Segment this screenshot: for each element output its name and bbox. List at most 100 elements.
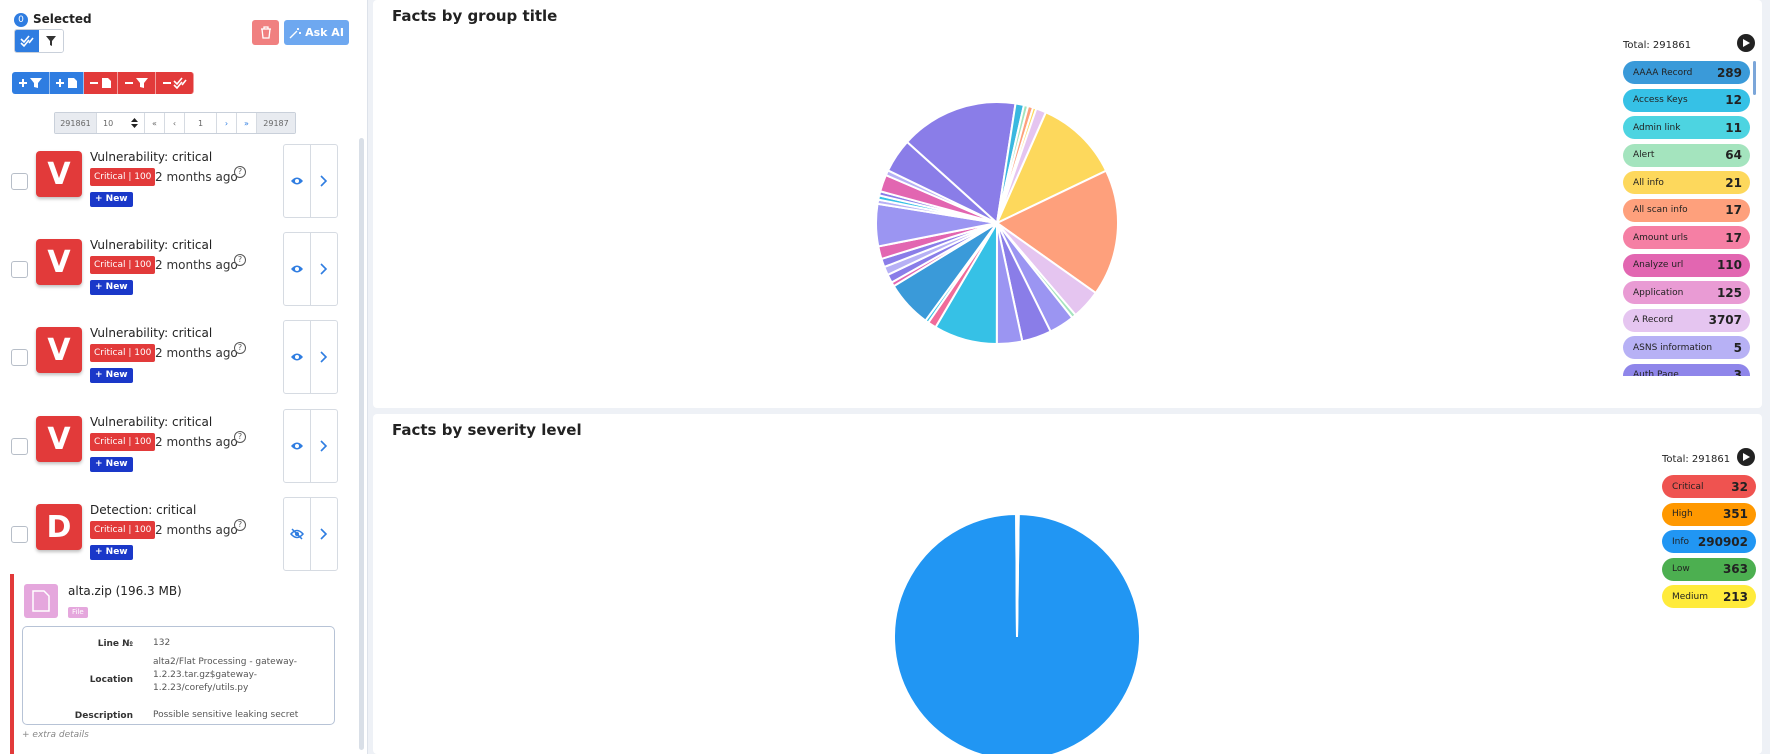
first-page-button[interactable]: « bbox=[145, 113, 165, 133]
legend-item[interactable]: A Record 3707 bbox=[1623, 308, 1750, 332]
legend-value: 12 bbox=[1725, 93, 1742, 107]
legend-label: All info bbox=[1633, 177, 1664, 188]
item-checkbox[interactable] bbox=[11, 173, 28, 190]
file-name[interactable]: alta.zip (196.3 MB) bbox=[68, 584, 182, 598]
item-title[interactable]: Vulnerability: critical bbox=[90, 238, 212, 252]
view-button[interactable] bbox=[284, 233, 311, 305]
help-icon[interactable]: ? bbox=[234, 166, 246, 178]
hide-button[interactable] bbox=[284, 498, 311, 570]
item-title[interactable]: Detection: critical bbox=[90, 503, 196, 517]
filter-toggle-button[interactable] bbox=[39, 30, 63, 52]
deselect-button[interactable] bbox=[156, 72, 194, 94]
legend-item[interactable]: High 351 bbox=[1662, 502, 1756, 526]
item-title[interactable]: Vulnerability: critical bbox=[90, 415, 212, 429]
open-button[interactable] bbox=[311, 498, 337, 570]
open-button[interactable] bbox=[311, 145, 337, 217]
selected-label: Selected bbox=[33, 12, 92, 26]
group-play-button[interactable] bbox=[1737, 34, 1755, 52]
page-number-input[interactable]: 1 bbox=[185, 113, 217, 133]
legend-value: 351 bbox=[1722, 507, 1748, 521]
legend-label: Auth Page bbox=[1633, 370, 1679, 376]
severity-badge: Critical | 100 bbox=[90, 256, 156, 274]
remove-filter-button[interactable] bbox=[118, 72, 156, 94]
help-icon[interactable]: ? bbox=[234, 254, 246, 266]
legend-value: 363 bbox=[1722, 562, 1748, 576]
legend-item[interactable]: Access Keys 12 bbox=[1623, 88, 1750, 112]
list-item[interactable]: V Vulnerability: critical Critical | 100… bbox=[10, 144, 340, 220]
legend-item[interactable]: Admin link 11 bbox=[1623, 116, 1750, 139]
severity-pie-chart bbox=[893, 512, 1141, 754]
item-checkbox[interactable] bbox=[11, 349, 28, 366]
severity-play-button[interactable] bbox=[1737, 448, 1755, 466]
item-checkbox[interactable] bbox=[11, 438, 28, 455]
open-button[interactable] bbox=[311, 233, 337, 305]
add-filter-button[interactable] bbox=[12, 72, 50, 94]
view-button[interactable] bbox=[284, 321, 311, 393]
legend-item[interactable]: Info 290902 bbox=[1662, 530, 1756, 553]
next-page-button[interactable]: › bbox=[217, 113, 237, 133]
legend-item[interactable]: All scan info 17 bbox=[1623, 198, 1750, 222]
item-title[interactable]: Vulnerability: critical bbox=[90, 150, 212, 164]
legend-item[interactable]: Alert 64 bbox=[1623, 143, 1750, 167]
play-icon bbox=[1743, 39, 1750, 47]
prev-page-button[interactable]: ‹ bbox=[165, 113, 185, 133]
legend-item[interactable]: Amount urls 17 bbox=[1623, 226, 1750, 249]
list-item[interactable]: D Detection: critical Critical | 100 2 m… bbox=[10, 497, 340, 573]
item-title[interactable]: Vulnerability: critical bbox=[90, 326, 212, 340]
legend-value: 17 bbox=[1725, 230, 1742, 245]
legend-label: Info bbox=[1672, 536, 1690, 547]
severity-legend: Critical 32 High 351 Info 290902 Low 363 Medium 2… bbox=[1662, 475, 1756, 625]
legend-label: AAAA Record bbox=[1633, 67, 1693, 78]
legend-item[interactable]: Application 125 bbox=[1623, 281, 1750, 304]
legend-item[interactable]: Auth Page 3 bbox=[1623, 363, 1750, 376]
new-badge[interactable]: + New bbox=[90, 368, 133, 383]
legend-item[interactable]: All info 21 bbox=[1623, 171, 1750, 194]
new-badge[interactable]: + New bbox=[90, 280, 133, 295]
new-badge[interactable]: + New bbox=[90, 545, 133, 560]
list-scrollbar[interactable] bbox=[359, 138, 364, 750]
legend-label: Critical bbox=[1672, 481, 1704, 492]
location-value: alta2/Flat Processing - gateway-1.2.23.t… bbox=[153, 657, 298, 693]
view-button[interactable] bbox=[284, 410, 311, 482]
item-time: 2 months ago bbox=[155, 346, 238, 360]
open-button[interactable] bbox=[311, 321, 337, 393]
remove-document-button[interactable] bbox=[84, 72, 118, 94]
list-item[interactable]: V Vulnerability: critical Critical | 100… bbox=[10, 232, 340, 308]
location-label: Location bbox=[89, 675, 133, 685]
open-button[interactable] bbox=[311, 410, 337, 482]
legend-value: 3 bbox=[1733, 368, 1742, 376]
legend-item[interactable]: AAAA Record 289 bbox=[1623, 61, 1750, 84]
extra-details-link[interactable]: + extra details bbox=[22, 730, 89, 740]
group-legend-scrollbar[interactable] bbox=[1753, 61, 1756, 95]
last-page-button[interactable]: » bbox=[237, 113, 257, 133]
list-item[interactable]: V Vulnerability: critical Critical | 100… bbox=[10, 320, 340, 396]
new-badge[interactable]: + New bbox=[90, 457, 133, 472]
file-icon bbox=[24, 584, 58, 618]
item-checkbox[interactable] bbox=[11, 261, 28, 278]
add-document-button[interactable] bbox=[50, 72, 84, 94]
select-all-button[interactable] bbox=[15, 30, 39, 52]
new-badge[interactable]: + New bbox=[90, 192, 133, 207]
file-detail-box: Line № 132 Location alta2/Flat Processin… bbox=[22, 626, 335, 725]
item-actions bbox=[283, 320, 338, 394]
group-legend: AAAA Record 289 Access Keys 12 Admin link 11 A… bbox=[1623, 61, 1750, 376]
item-checkbox[interactable] bbox=[11, 526, 28, 543]
delete-button[interactable] bbox=[252, 20, 279, 45]
pagination-pages: 29187 bbox=[257, 113, 295, 133]
legend-item[interactable]: ASNS information 5 bbox=[1623, 336, 1750, 359]
list-item[interactable]: V Vulnerability: critical Critical | 100… bbox=[10, 409, 340, 485]
minus-check-icon bbox=[162, 77, 187, 89]
legend-label: Medium bbox=[1672, 591, 1708, 602]
help-icon[interactable]: ? bbox=[234, 431, 246, 443]
help-icon[interactable]: ? bbox=[234, 342, 246, 354]
ask-ai-button[interactable]: Ask AI bbox=[284, 20, 349, 45]
view-button[interactable] bbox=[284, 145, 311, 217]
legend-item[interactable]: Critical 32 bbox=[1662, 475, 1756, 498]
legend-item[interactable]: Analyze url 110 bbox=[1623, 253, 1750, 277]
help-icon[interactable]: ? bbox=[234, 519, 246, 531]
legend-value: 17 bbox=[1725, 203, 1742, 217]
legend-item[interactable]: Low 363 bbox=[1662, 557, 1756, 581]
legend-item[interactable]: Medium 213 bbox=[1662, 585, 1756, 608]
per-page-select[interactable]: 10 bbox=[97, 113, 145, 133]
chevron-right-icon bbox=[320, 351, 328, 363]
